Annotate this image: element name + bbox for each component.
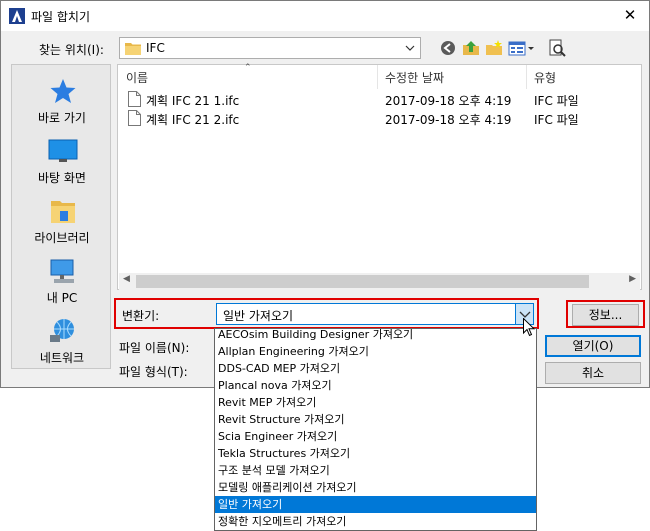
file-icon xyxy=(128,110,141,129)
place-libraries[interactable]: 라이브러리 xyxy=(12,193,112,251)
dropdown-option[interactable]: Tekla Structures 가져오기 xyxy=(215,445,536,462)
dropdown-option-selected[interactable]: 일반 가져오기 xyxy=(215,496,536,513)
converter-highlight: 변환기: 일반 가져오기 xyxy=(114,298,539,329)
place-network[interactable]: 네트워크 xyxy=(12,313,112,371)
desktop-icon xyxy=(48,137,78,165)
close-icon[interactable]: ✕ xyxy=(617,4,643,26)
folder-icon xyxy=(125,41,141,58)
dropdown-option[interactable]: 모델링 애플리케이션 가져오기 xyxy=(215,479,536,496)
chevron-down-icon xyxy=(404,42,416,57)
converter-label: 변환기: xyxy=(122,309,160,323)
dropdown-option[interactable]: 정확한 지오메트리 가져오기 xyxy=(215,513,536,530)
scroll-left-icon[interactable]: ◀ xyxy=(123,274,130,284)
column-separator xyxy=(377,65,378,89)
place-label: 바탕 화면 xyxy=(38,171,86,185)
cancel-button[interactable]: 취소 xyxy=(545,362,641,384)
look-in-label: 찾는 위치(I): xyxy=(39,43,104,57)
file-list: ⌃ 이름 수정한 날짜 유형 계획 IFC 21 1.ifc 2017-09-1… xyxy=(117,63,642,290)
star-icon xyxy=(48,77,78,105)
dropdown-option[interactable]: Revit Structure 가져오기 xyxy=(215,411,536,428)
places-bar: 바로 가기 바탕 화면 라이브러리 내 PC 네트워크 xyxy=(11,64,111,369)
mouse-pointer-icon xyxy=(523,317,536,340)
file-type: IFC 파일 xyxy=(534,113,579,127)
scroll-right-icon[interactable]: ▶ xyxy=(629,274,636,284)
converter-value: 일반 가져오기 xyxy=(223,309,294,323)
file-name: 계획 IFC 21 1.ifc xyxy=(146,94,240,108)
back-icon[interactable] xyxy=(438,38,458,58)
info-button[interactable]: 정보... xyxy=(572,304,639,326)
view-menu-icon[interactable] xyxy=(507,38,535,58)
place-label: 라이브러리 xyxy=(34,231,90,245)
computer-icon xyxy=(48,257,78,285)
converter-dropdown-list: AECOsim Building Designer 가져오기 Allplan E… xyxy=(214,328,537,531)
dropdown-option[interactable]: Plancal nova 가져오기 xyxy=(215,377,536,394)
place-label: 바로 가기 xyxy=(38,111,86,125)
column-separator xyxy=(526,65,527,89)
new-folder-icon[interactable] xyxy=(484,38,504,58)
open-button[interactable]: 열기(O) xyxy=(545,335,641,357)
up-folder-icon[interactable] xyxy=(461,38,481,58)
converter-select[interactable]: 일반 가져오기 xyxy=(216,303,534,325)
column-header-date[interactable]: 수정한 날짜 xyxy=(385,69,444,86)
dropdown-option[interactable]: 구조 분석 모델 가져오기 xyxy=(215,462,536,479)
column-header-name[interactable]: 이름 xyxy=(126,69,148,86)
place-desktop[interactable]: 바탕 화면 xyxy=(12,133,112,191)
dropdown-option[interactable]: Allplan Engineering 가져오기 xyxy=(215,343,536,360)
dropdown-option[interactable]: Revit MEP 가져오기 xyxy=(215,394,536,411)
info-highlight: 정보... xyxy=(566,300,645,328)
dropdown-option[interactable]: AECOsim Building Designer 가져오기 xyxy=(215,329,536,343)
title-bar: 파일 합치기 ✕ xyxy=(1,1,649,31)
place-label: 네트워크 xyxy=(39,351,85,365)
place-this-pc[interactable]: 내 PC xyxy=(12,253,112,311)
library-icon xyxy=(48,197,78,225)
window-title: 파일 합치기 xyxy=(31,10,91,24)
look-in-value: IFC xyxy=(146,41,165,55)
file-row[interactable]: 계획 IFC 21 2.ifc 2017-09-18 오후 4:19 IFC 파… xyxy=(118,108,641,128)
scrollbar-thumb[interactable] xyxy=(136,275,589,288)
file-type: IFC 파일 xyxy=(534,94,579,108)
app-icon xyxy=(9,8,25,24)
look-in-combo[interactable]: IFC xyxy=(119,37,421,59)
filetype-label: 파일 형식(T): xyxy=(119,365,188,379)
dropdown-option[interactable]: Scia Engineer 가져오기 xyxy=(215,428,536,445)
place-quick-access[interactable]: 바로 가기 xyxy=(12,73,112,131)
file-date: 2017-09-18 오후 4:19 xyxy=(385,94,512,108)
dropdown-option[interactable]: DDS-CAD MEP 가져오기 xyxy=(215,360,536,377)
file-date: 2017-09-18 오후 4:19 xyxy=(385,113,512,127)
column-header-type[interactable]: 유형 xyxy=(534,69,556,86)
horizontal-scrollbar[interactable]: ◀ ▶ xyxy=(119,273,640,290)
place-label: 내 PC xyxy=(46,291,78,305)
file-name: 계획 IFC 21 2.ifc xyxy=(146,113,240,127)
network-icon xyxy=(48,317,78,345)
sort-up-icon: ⌃ xyxy=(244,63,252,73)
preview-icon[interactable] xyxy=(547,38,567,58)
filename-label: 파일 이름(N): xyxy=(119,341,190,355)
file-row[interactable]: 계획 IFC 21 1.ifc 2017-09-18 오후 4:19 IFC 파… xyxy=(118,89,641,109)
